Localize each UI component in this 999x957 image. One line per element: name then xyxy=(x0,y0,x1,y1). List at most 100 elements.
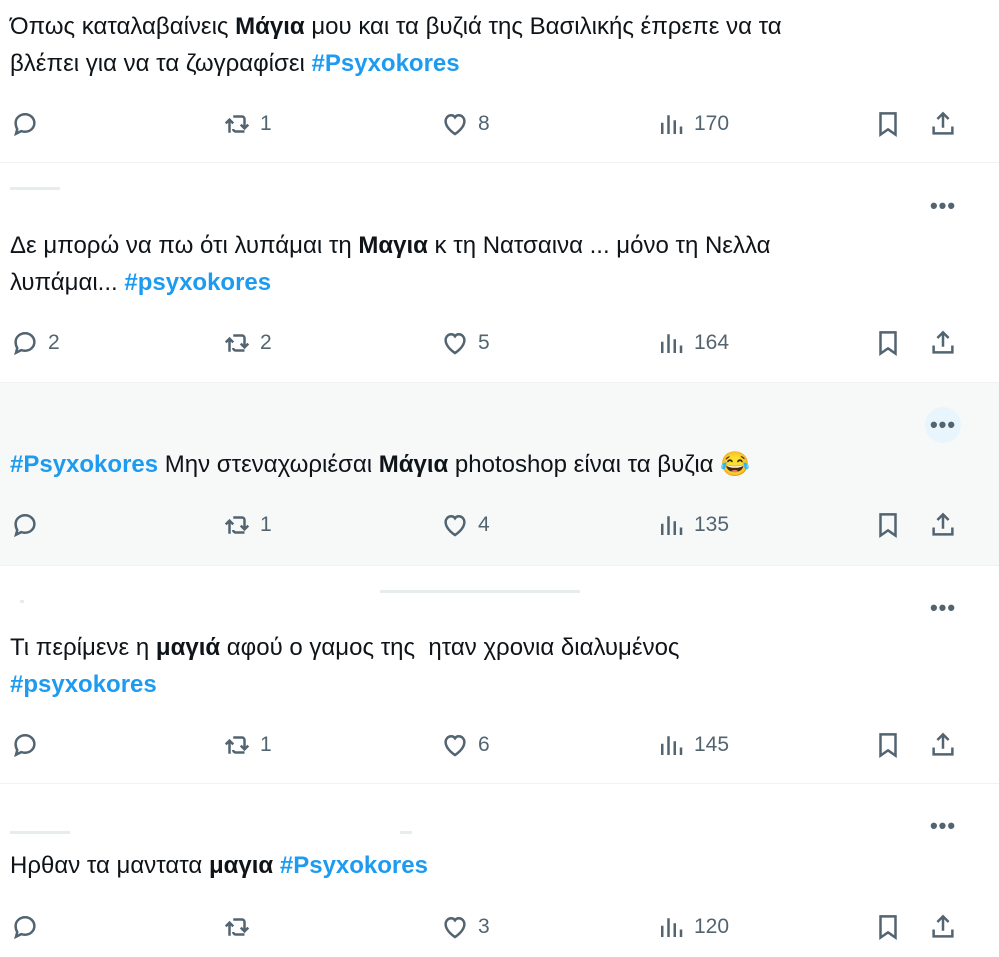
reply-button[interactable] xyxy=(10,910,48,944)
more-options-button[interactable]: ••• xyxy=(925,808,961,844)
hashtag-link[interactable]: #psyxokores xyxy=(124,269,271,296)
tweet-actions: 3 120 xyxy=(0,910,999,944)
heart-icon xyxy=(440,328,470,358)
highlighted-keyword: Μαγια xyxy=(358,232,428,259)
tweet[interactable]: ••• Δε μπορώ να πω ότι λυπάμαι τη Μαγια … xyxy=(0,163,999,383)
reply-icon xyxy=(10,912,40,942)
retweets-count: 1 xyxy=(260,733,272,756)
tweet-text-segment: Μην στεναχωριέσαι xyxy=(158,451,379,478)
bookmark-button[interactable] xyxy=(873,508,903,542)
retweet-button[interactable] xyxy=(222,910,260,944)
more-options-button[interactable]: ••• xyxy=(925,407,961,443)
reply-icon xyxy=(10,510,40,540)
tweet-text: #Psyxokores Μην στεναχωριέσαι Μάγια phot… xyxy=(10,446,939,483)
more-options-button[interactable]: ••• xyxy=(925,188,961,224)
views-count: 120 xyxy=(694,915,730,938)
bookmark-icon xyxy=(873,730,903,760)
tweet[interactable]: ••• Ηρθαν τα μαντατα μαγια #Psyxokores 3… xyxy=(0,784,999,957)
tweet[interactable]: ••• Τι περίμενε η μαγιά αφού ο γαμος της… xyxy=(0,566,999,784)
replies-count: 2 xyxy=(48,331,60,354)
author-row-placeholder xyxy=(10,831,70,834)
share-button[interactable] xyxy=(928,326,958,360)
share-icon xyxy=(928,510,958,540)
views-button[interactable]: 170 xyxy=(656,107,729,141)
views-button[interactable]: 164 xyxy=(656,326,729,360)
share-icon xyxy=(928,109,958,139)
tweet-actions: 1 4 135 xyxy=(0,508,999,542)
reply-button[interactable]: 2 xyxy=(10,326,60,360)
views-button[interactable]: 145 xyxy=(656,728,729,762)
heart-icon xyxy=(440,912,470,942)
share-button[interactable] xyxy=(928,728,958,762)
bookmark-icon xyxy=(873,912,903,942)
likes-count: 5 xyxy=(478,331,490,354)
retweets-count: 2 xyxy=(260,331,272,354)
views-chart-icon xyxy=(656,109,686,139)
tweet-text-segment: Ηρθαν τα μαντατα xyxy=(10,852,209,879)
tweet-text-segment: Όπως καταλαβαίνεις xyxy=(10,13,236,40)
author-row-placeholder xyxy=(400,831,412,834)
share-button[interactable] xyxy=(928,910,958,944)
tweet-text-segment: photoshop είναι τα βυζια 😂 xyxy=(448,451,751,478)
tweet[interactable]: ••• #Psyxokores Μην στεναχωριέσαι Μάγια … xyxy=(0,383,999,566)
views-chart-icon xyxy=(656,730,686,760)
reply-icon xyxy=(10,328,40,358)
retweet-button[interactable]: 1 xyxy=(222,508,272,542)
highlighted-keyword: Μάγια xyxy=(235,13,305,40)
retweets-count: 1 xyxy=(260,513,272,536)
like-button[interactable]: 5 xyxy=(440,326,490,360)
share-button[interactable] xyxy=(928,508,958,542)
views-button[interactable]: 135 xyxy=(656,508,729,542)
tweet-actions: 2 2 5 164 xyxy=(0,326,999,360)
hashtag-link[interactable]: #Psyxokores xyxy=(280,852,428,879)
hashtag-link[interactable]: #Psyxokores xyxy=(10,451,158,478)
like-button[interactable]: 4 xyxy=(440,508,490,542)
tweet-text-segment: Τι περίμενε η xyxy=(10,634,156,661)
bookmark-button[interactable] xyxy=(873,910,903,944)
more-options-button[interactable]: ••• xyxy=(925,590,961,626)
views-count: 145 xyxy=(694,733,730,756)
share-icon xyxy=(928,730,958,760)
share-button[interactable] xyxy=(928,107,958,141)
highlighted-keyword: μαγιά xyxy=(155,634,221,661)
views-button[interactable]: 120 xyxy=(656,910,729,944)
retweet-icon xyxy=(222,328,252,358)
retweet-icon xyxy=(222,109,252,139)
tweet-text: Δε μπορώ να πω ότι λυπάμαι τη Μαγια κ τη… xyxy=(10,227,939,301)
retweet-icon xyxy=(222,912,252,942)
retweet-button[interactable]: 1 xyxy=(222,728,272,762)
like-button[interactable]: 8 xyxy=(440,107,490,141)
views-count: 170 xyxy=(694,112,730,135)
tweet[interactable]: Όπως καταλαβαίνεις Μάγια μου και τα βυζι… xyxy=(0,0,999,163)
highlighted-keyword: Μάγια xyxy=(378,451,449,478)
reply-button[interactable] xyxy=(10,728,48,762)
reply-button[interactable] xyxy=(10,107,48,141)
retweet-icon xyxy=(222,510,252,540)
bookmark-button[interactable] xyxy=(873,107,903,141)
reply-icon xyxy=(10,109,40,139)
views-count: 164 xyxy=(694,331,730,354)
tweet-actions: 1 6 145 xyxy=(0,728,999,762)
like-button[interactable]: 6 xyxy=(440,728,490,762)
author-row-placeholder xyxy=(380,590,580,593)
views-chart-icon xyxy=(656,328,686,358)
heart-icon xyxy=(440,510,470,540)
bookmark-button[interactable] xyxy=(873,728,903,762)
retweet-button[interactable]: 2 xyxy=(222,326,272,360)
heart-icon xyxy=(440,730,470,760)
hashtag-link[interactable]: #Psyxokores xyxy=(312,50,460,77)
bookmark-button[interactable] xyxy=(873,326,903,360)
likes-count: 4 xyxy=(478,513,490,536)
reply-button[interactable] xyxy=(10,508,48,542)
hashtag-link[interactable]: #psyxokores xyxy=(10,671,157,698)
views-chart-icon xyxy=(656,510,686,540)
like-button[interactable]: 3 xyxy=(440,910,490,944)
highlighted-keyword: μαγια xyxy=(208,852,274,879)
share-icon xyxy=(928,328,958,358)
retweets-count: 1 xyxy=(260,112,272,135)
views-count: 135 xyxy=(694,513,730,536)
tweet-actions: 1 8 170 xyxy=(0,107,999,141)
retweet-button[interactable]: 1 xyxy=(222,107,272,141)
retweet-icon xyxy=(222,730,252,760)
bookmark-icon xyxy=(873,109,903,139)
